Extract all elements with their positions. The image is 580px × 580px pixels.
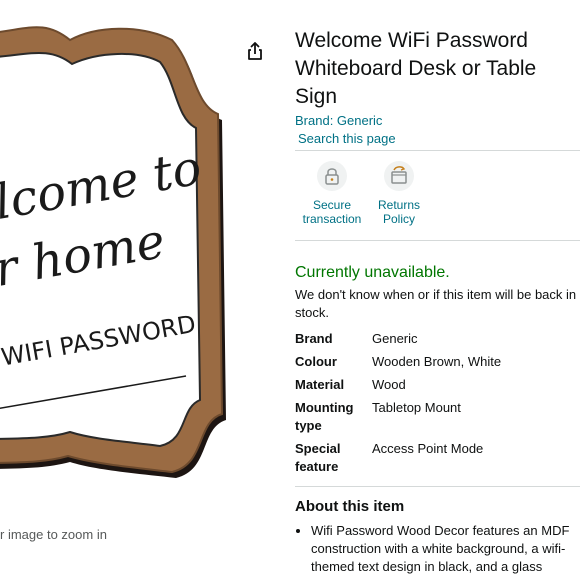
spec-row: Mounting type Tabletop Mount xyxy=(295,399,580,435)
spec-table: Brand Generic Colour Wooden Brown, White… xyxy=(295,330,580,481)
spec-label: Material xyxy=(295,377,345,392)
spec-row: Material Wood xyxy=(295,376,580,394)
spec-row: Brand Generic xyxy=(295,330,580,348)
product-title: Welcome WiFi Password Whiteboard Desk or… xyxy=(295,29,537,108)
secure-transaction-label: Secure transaction xyxy=(302,198,362,226)
spec-row: Colour Wooden Brown, White xyxy=(295,353,580,371)
about-bullets: Wifi Password Wood Decor features an MDF… xyxy=(311,522,577,576)
product-image[interactable]: lcome to r home WIFI PASSWORD xyxy=(0,0,240,580)
search-this-page-link[interactable]: Search this page xyxy=(298,131,396,146)
spec-label: Colour xyxy=(295,354,337,369)
spec-value: Tabletop Mount xyxy=(372,400,461,415)
brand-link[interactable]: Brand: Generic xyxy=(295,113,382,128)
about-this-item-heading: About this item xyxy=(295,498,405,515)
divider xyxy=(295,150,580,151)
zoom-hint: r image to zoom in xyxy=(0,527,107,542)
spec-label: Mounting type xyxy=(295,400,354,433)
availability-status: Currently unavailable. xyxy=(295,264,450,281)
spec-value: Wooden Brown, White xyxy=(372,354,502,369)
list-item: Wifi Password Wood Decor features an MDF… xyxy=(311,522,577,576)
spec-label: Special feature xyxy=(295,441,341,474)
spec-label: Brand xyxy=(295,331,333,346)
returns-policy-label: Returns Policy xyxy=(377,198,421,226)
share-button[interactable] xyxy=(244,40,266,62)
availability-note: We don't know when or if this item will … xyxy=(295,287,577,320)
spec-row: Special feature Access Point Mode xyxy=(295,440,580,476)
product-image-pane[interactable]: lcome to r home WIFI PASSWORD r image to… xyxy=(0,0,240,580)
secure-transaction-link[interactable]: Secure transaction xyxy=(295,161,369,226)
returns-policy-link[interactable]: Returns Policy xyxy=(362,161,436,226)
spec-value: Generic xyxy=(372,331,418,346)
padlock-icon xyxy=(317,161,347,191)
spec-value: Access Point Mode xyxy=(372,441,484,456)
divider xyxy=(295,486,580,487)
share-icon xyxy=(248,42,262,60)
divider xyxy=(295,240,580,241)
returns-box-icon xyxy=(384,161,414,191)
spec-value: Wood xyxy=(372,377,406,392)
